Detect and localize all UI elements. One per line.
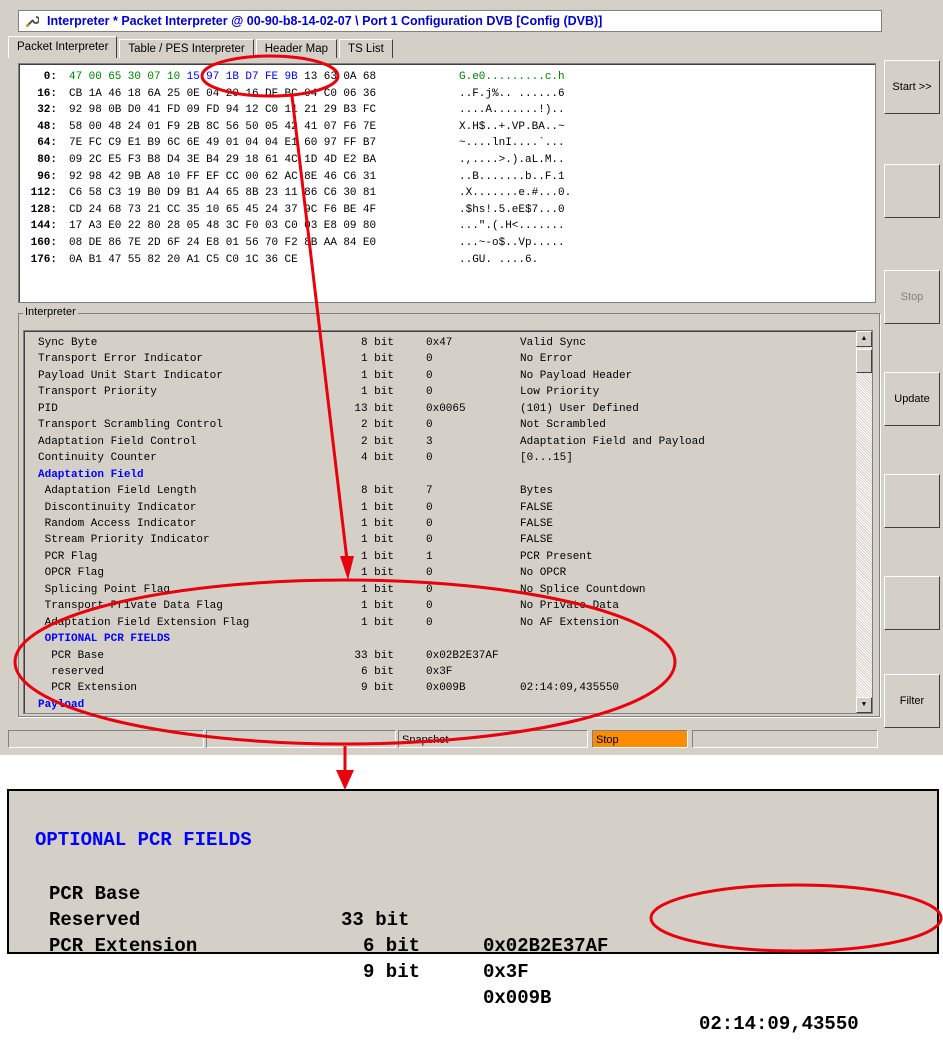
zoom-field-value: 0x3F	[483, 961, 529, 983]
zoom-field-size: 9 bit	[363, 961, 421, 983]
pointer-line	[290, 95, 349, 561]
pcr-fields-highlight-ellipse	[13, 578, 677, 746]
zoom-field-value: 0x009B	[483, 987, 552, 1009]
zoom-arrowhead	[336, 770, 354, 790]
pcr-time-highlight-ellipse	[649, 883, 943, 953]
annotation-overlay	[13, 54, 943, 953]
hex-bytes-highlight-ellipse	[200, 54, 340, 98]
pointer-arrowhead	[340, 556, 354, 580]
zoom-field-time: 02:14:09,43550	[699, 1013, 859, 1035]
